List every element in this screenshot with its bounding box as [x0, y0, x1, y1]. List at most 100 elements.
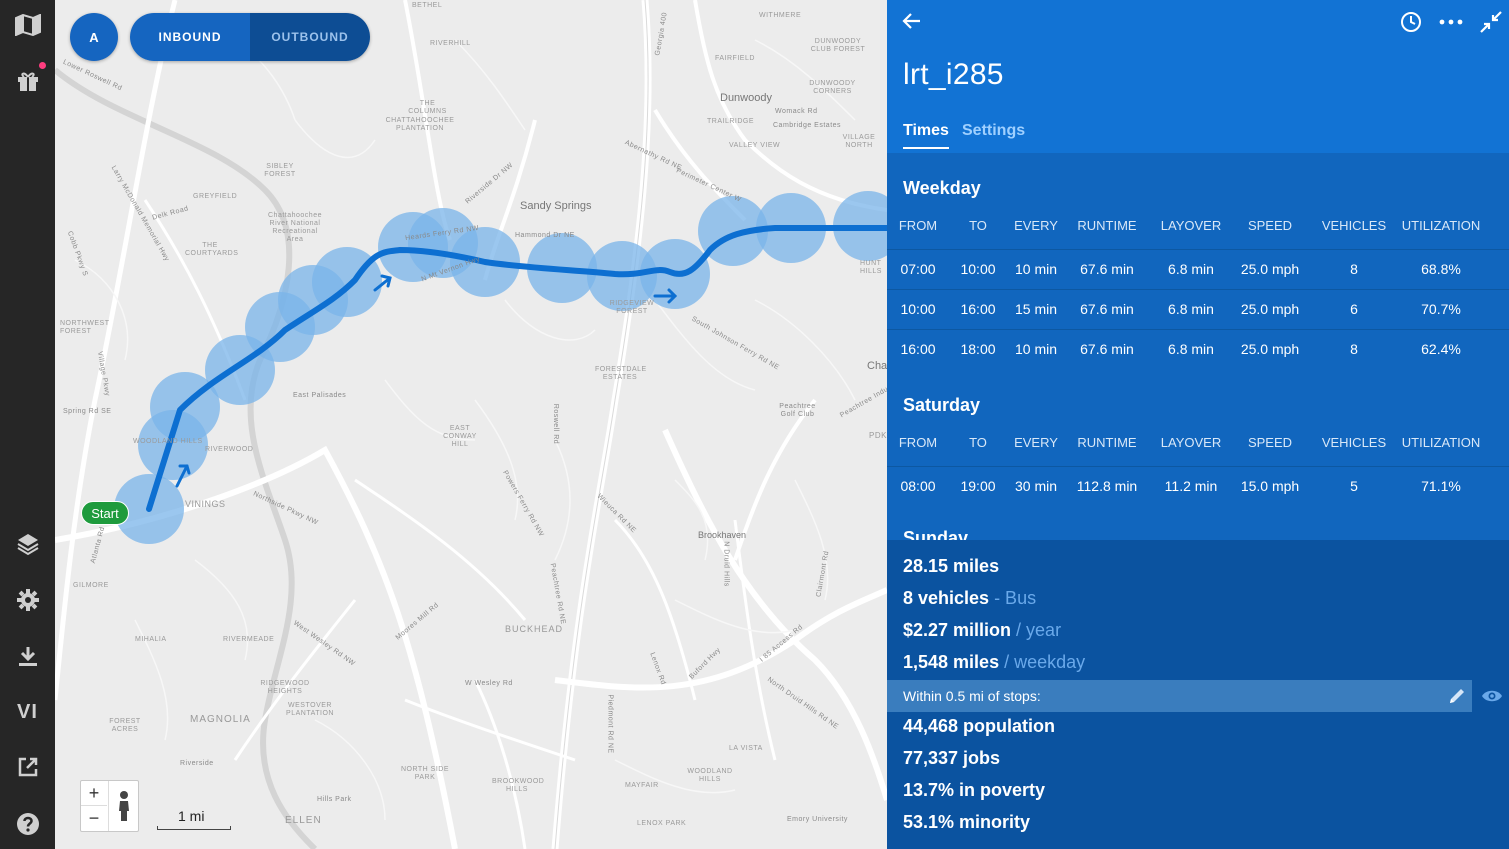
map-label: Spring Rd SE [63, 408, 112, 415]
map-label: VILLAGE NORTH [842, 134, 876, 149]
map-label: N Druid Hills [722, 541, 730, 587]
cell: 25.0 mph [1240, 301, 1300, 317]
route-stats: 28.15 miles 8 vehicles - Bus $2.27 milli… [887, 540, 1509, 849]
schedule-table: Weekday FROM TO EVERY RUNTIME LAYOVER SP… [887, 153, 1509, 540]
map-label: EAST CONWAY HILL [443, 425, 477, 448]
map-label: LENOX PARK [637, 820, 687, 827]
map-canvas[interactable]: RIVERHILL BETHEL THE COLUMNS CHATTAHOOCH… [55, 0, 887, 849]
saturday-title: Saturday [903, 395, 981, 415]
route-letter-badge[interactable]: A [70, 13, 118, 61]
map-label: NORTH SIDE PARK [400, 766, 450, 781]
pencil-icon[interactable] [1447, 686, 1467, 711]
map-label: THE COURTYARDS [185, 242, 239, 257]
map-label: Hills Park [317, 796, 352, 803]
panel-header: lrt_i285 Times Settings [887, 0, 1509, 153]
stat-poverty: 13.7% in poverty [903, 780, 1046, 800]
map-label: WESTOVER PLANTATION [286, 702, 334, 717]
map-label: CHATTAHOOCHEE PLANTATION [385, 117, 455, 132]
tab-times[interactable]: Times [903, 122, 949, 149]
cell: 8 [1350, 261, 1358, 277]
export-icon[interactable] [0, 745, 55, 789]
cell: 70.7% [1421, 301, 1461, 317]
back-arrow-icon[interactable] [901, 10, 923, 37]
map-label: WOODLAND HILLS [687, 768, 733, 783]
map-label: GREYFIELD [193, 193, 238, 200]
outbound-button[interactable]: OUTBOUND [250, 13, 370, 61]
map-label: Hammond Dr NE [515, 232, 575, 239]
cell: 19:00 [960, 478, 996, 494]
col-vehicles: VEHICLES [1321, 435, 1387, 450]
stat-cost: $2.27 million / year [903, 620, 1061, 641]
cell: 15.0 mph [1240, 478, 1300, 494]
map-label: Sandy Springs [520, 200, 592, 212]
divider [887, 289, 1509, 290]
col-runtime: RUNTIME [1077, 435, 1137, 450]
stat-vehicles-type: - Bus [989, 588, 1037, 608]
cell: 67.6 min [1080, 341, 1134, 357]
map-label: TRAILRIDGE [707, 118, 755, 125]
help-icon[interactable] [0, 802, 55, 846]
map-label: RIVERHILL [430, 40, 471, 47]
collapse-icon[interactable] [1479, 10, 1503, 39]
tab-settings[interactable]: Settings [962, 122, 1025, 140]
download-icon[interactable] [0, 634, 55, 678]
map-label: THE COLUMNS [408, 100, 447, 115]
cell: 10 min [1014, 341, 1058, 357]
map-label: DUNWOODY CLUB FOREST [810, 38, 866, 53]
cell: 67.6 min [1080, 261, 1134, 277]
map-label: RIDGEWOOD HEIGHTS [260, 680, 310, 695]
stat-weekday-unit: / weekday [999, 652, 1086, 672]
col-utilization: UTILIZATION [1401, 435, 1481, 450]
col-speed: SPEED [1247, 435, 1293, 450]
gear-icon[interactable] [0, 578, 55, 622]
map-label: Riverside [180, 760, 214, 767]
zoom-in-button[interactable]: + [81, 781, 107, 806]
map-label: Cambridge Estates [773, 122, 842, 129]
map-label: Peachtree Golf Club [779, 403, 816, 418]
inbound-button[interactable]: INBOUND [130, 13, 250, 61]
cell: 67.6 min [1080, 301, 1134, 317]
zoom-out-button[interactable]: − [81, 806, 107, 830]
route-title: lrt_i285 [903, 58, 1004, 91]
col-layover: LAYOVER [1160, 218, 1222, 233]
cell: 62.4% [1421, 341, 1461, 357]
map-label: RIVERMEADE [223, 636, 275, 643]
cell: 71.1% [1421, 478, 1461, 494]
gift-icon[interactable] [0, 59, 55, 103]
clock-icon[interactable] [1399, 10, 1423, 39]
stat-vehicles-value: 8 vehicles [903, 588, 990, 608]
map-label: BROOKWOOD HILLS [492, 778, 545, 793]
col-every: EVERY [1014, 218, 1058, 233]
sunday-title: Sunday [903, 528, 969, 540]
within-stops-bar: Within 0.5 mi of stops: [887, 680, 1472, 712]
layers-icon[interactable] [0, 522, 55, 566]
more-options-icon[interactable] [1437, 10, 1465, 39]
col-from: FROM [898, 435, 938, 450]
col-layover: LAYOVER [1160, 435, 1222, 450]
map-icon[interactable] [0, 3, 55, 47]
cell: 5 [1350, 478, 1358, 494]
eye-icon[interactable] [1481, 689, 1503, 708]
stat-vehicles: 8 vehicles - Bus [903, 588, 1036, 609]
vi-button[interactable]: VI [0, 690, 55, 734]
cell: 11.2 min [1164, 478, 1218, 494]
map-label: W Wesley Rd [465, 680, 513, 687]
map-label: PDK [869, 431, 887, 440]
start-badge: Start [81, 501, 129, 525]
col-to: TO [969, 435, 987, 450]
cell: 15 min [1014, 301, 1058, 317]
map-label: Cha [867, 360, 887, 372]
cell: 10:00 [960, 261, 996, 277]
map-label: HUNT HILLS [860, 260, 882, 275]
cell: 6 [1350, 301, 1358, 317]
direction-toggle: INBOUND OUTBOUND [130, 13, 370, 61]
pegman-icon[interactable] [108, 781, 139, 831]
map-label: Piedmont Rd NE [606, 694, 614, 754]
map-label: MIHALIA [135, 636, 167, 643]
map-label: RIDGEVIEW FOREST [609, 300, 655, 315]
cell: 16:00 [960, 301, 996, 317]
vi-label: VI [17, 700, 38, 723]
col-vehicles: VEHICLES [1321, 218, 1387, 233]
stat-cost-value: $2.27 million [903, 620, 1012, 640]
cell: 6.8 min [1168, 341, 1214, 357]
